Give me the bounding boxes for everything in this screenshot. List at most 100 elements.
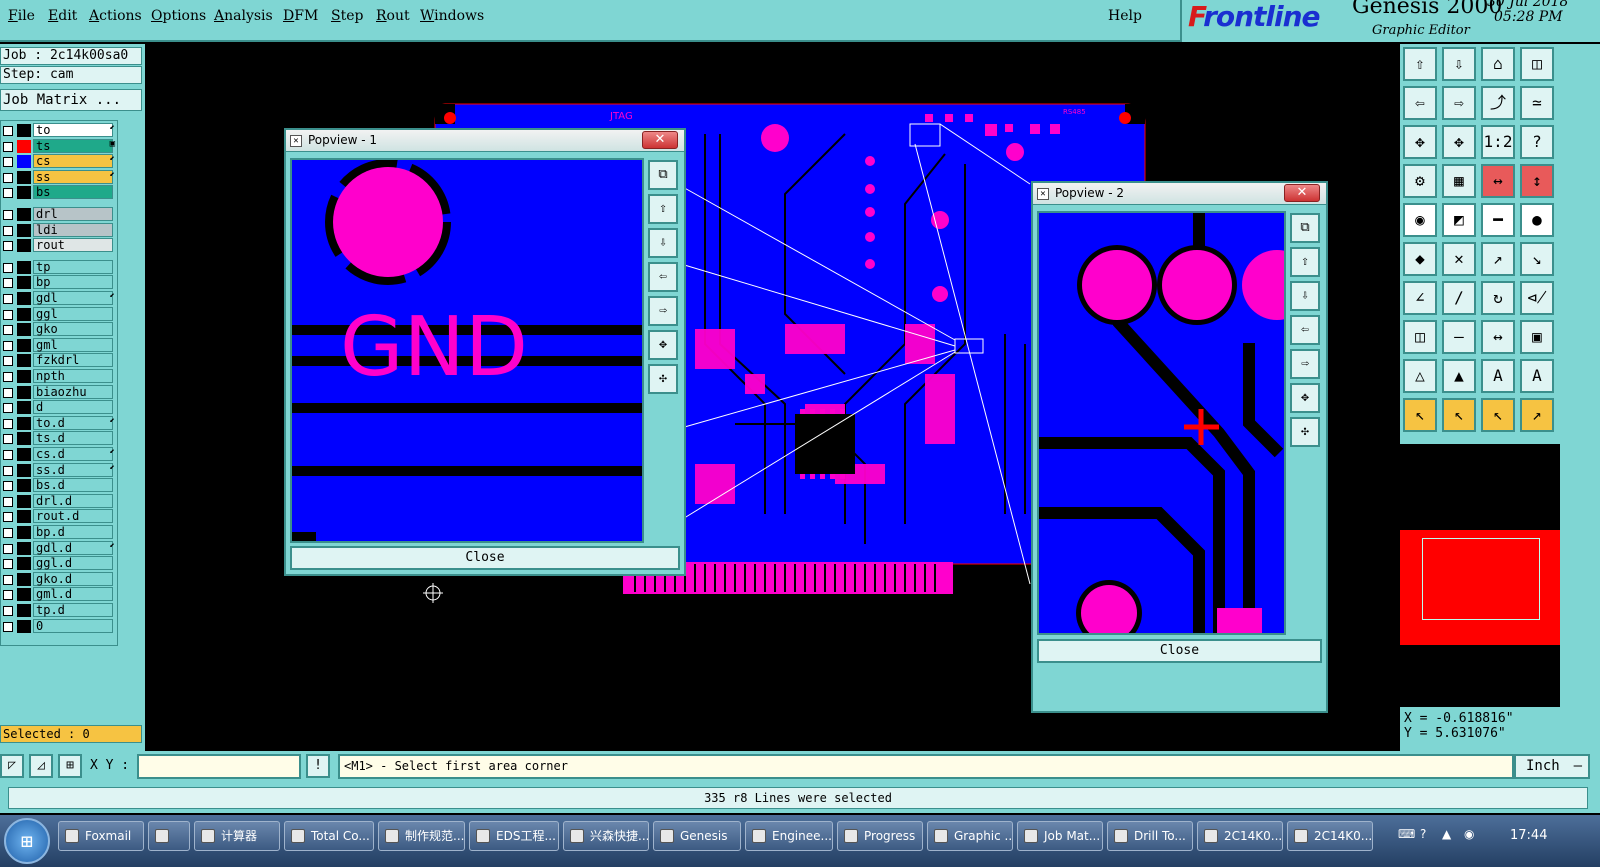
zoom-home-icon[interactable]: ⧉ <box>1290 213 1320 243</box>
layer-checkbox[interactable] <box>3 543 13 554</box>
spacing-icon[interactable]: ↔ <box>1481 320 1515 354</box>
tool-settings-icon[interactable]: ⚙ <box>1403 164 1437 198</box>
layer-checkbox[interactable] <box>3 157 13 168</box>
job-matrix-button[interactable]: Job Matrix ... <box>0 89 142 111</box>
snap-icon[interactable]: ◸ <box>0 754 24 778</box>
layer-row[interactable]: to.d ⬋ <box>1 415 119 431</box>
line-down-icon[interactable]: ↘ <box>1520 242 1554 276</box>
tray-arrow-icon[interactable]: ▲ <box>1442 827 1451 841</box>
taskbar-item[interactable]: Total Co... <box>284 821 374 851</box>
layer-name[interactable]: ts <box>33 138 113 153</box>
layer-checkbox[interactable] <box>3 418 13 429</box>
taskbar-item[interactable]: Graphic ... <box>927 821 1013 851</box>
layer-name[interactable]: gml.d <box>33 587 113 602</box>
popview-1-close-x-button[interactable]: ✕ <box>642 131 678 149</box>
move-left-icon[interactable]: ⇦ <box>1403 86 1437 120</box>
layer-name[interactable]: gko.d <box>33 571 113 586</box>
layer-checkbox[interactable] <box>3 325 13 336</box>
graphic-canvas[interactable]: JTAG RS485 ✕ Popview - 1 ✕ GND ⧉ ⇧ ⇩ ⇦ ⇨… <box>145 44 1400 751</box>
layer-checkbox[interactable] <box>3 621 13 632</box>
layer-row[interactable]: cs ⬋ <box>1 154 119 169</box>
layer-row[interactable]: rout.d <box>1 509 119 524</box>
pan-right-icon[interactable]: ⇨ <box>1290 349 1320 379</box>
pan-down-icon[interactable]: ⇩ <box>648 228 678 258</box>
grid-icon[interactable]: ⊞ <box>58 754 82 778</box>
layer-name[interactable]: ggl <box>33 306 113 321</box>
layer-checkbox[interactable] <box>3 403 13 414</box>
layer-name[interactable]: gml <box>33 337 113 352</box>
taskbar-item[interactable]: 兴森快捷... <box>563 821 649 851</box>
popview-1-view[interactable]: GND <box>290 158 644 543</box>
layer-checkbox[interactable] <box>3 481 13 492</box>
move-up-icon[interactable]: ⇧ <box>1403 47 1437 81</box>
question-icon[interactable]: ? <box>1520 125 1554 159</box>
menu-edit[interactable]: Edit <box>48 8 77 24</box>
layer-name[interactable]: ss <box>33 169 113 184</box>
zoom-out-icon[interactable]: ✣ <box>1290 417 1320 447</box>
layer-checkbox[interactable] <box>3 606 13 616</box>
menu-actions[interactable]: Actions <box>89 8 142 24</box>
layer-checkbox[interactable] <box>3 356 13 367</box>
layer-checkbox[interactable] <box>3 262 13 273</box>
popview-2-view[interactable] <box>1037 211 1286 635</box>
layer-checkbox[interactable] <box>3 496 13 507</box>
layer-checkbox[interactable] <box>3 172 13 183</box>
layer-row[interactable]: rout <box>1 238 119 253</box>
layer-compare-icon[interactable]: ◩ <box>1442 203 1476 237</box>
layer-row[interactable]: drl <box>1 207 119 222</box>
menu-analysis[interactable]: Analysis <box>214 8 273 24</box>
taskbar-item[interactable]: Progress <box>837 821 923 851</box>
layer-name[interactable]: ts.d <box>33 431 113 446</box>
layer-checkbox[interactable] <box>3 574 13 585</box>
mirror-icon[interactable]: ⋪ <box>1520 281 1554 315</box>
layer-name[interactable]: ggl.d <box>33 556 113 571</box>
layer-checkbox[interactable] <box>3 309 13 320</box>
layer-name[interactable]: to.d <box>33 415 113 430</box>
triangle-filled-icon[interactable]: ▲ <box>1442 359 1476 393</box>
pan-up-icon[interactable]: ⇧ <box>648 194 678 224</box>
text-a-alt-icon[interactable]: A <box>1520 359 1554 393</box>
layer-name[interactable]: rout.d <box>33 509 113 524</box>
layer-checkbox[interactable] <box>3 294 13 304</box>
layer-row[interactable]: gko <box>1 322 119 337</box>
taskbar-item[interactable] <box>148 821 190 851</box>
layer-checkbox[interactable] <box>3 512 13 523</box>
layer-row[interactable]: gml.d <box>1 587 119 602</box>
overview-map[interactable] <box>1400 455 1560 705</box>
pointer-path-icon[interactable]: ↗ <box>1520 398 1554 432</box>
angle-icon[interactable]: ∠ <box>1403 281 1437 315</box>
layer-row[interactable]: ggl <box>1 306 119 322</box>
taskbar-item[interactable]: 制作规范... <box>378 821 465 851</box>
layer-name[interactable]: bs.d <box>33 478 113 493</box>
network-icon[interactable]: ◉ <box>1464 827 1474 841</box>
pan-left-icon[interactable]: ⇦ <box>648 262 678 292</box>
layer-checkbox[interactable] <box>3 141 13 152</box>
layer-checkbox[interactable] <box>3 340 13 351</box>
layer-name[interactable]: drl.d <box>33 493 113 508</box>
layer-row[interactable]: tp.d <box>1 603 119 618</box>
layer-checkbox[interactable] <box>3 278 13 289</box>
grid-toggle-icon[interactable]: ▦ <box>1442 164 1476 198</box>
popview-2-close-x-button[interactable]: ✕ <box>1284 184 1320 202</box>
layer-row[interactable]: ggl.d <box>1 556 119 571</box>
zoom-out-icon[interactable]: ✣ <box>648 364 678 394</box>
layer-row[interactable]: bs <box>1 185 119 200</box>
pan-left-icon[interactable]: ⇦ <box>1290 315 1320 345</box>
layer-row[interactable]: 0 <box>1 618 119 634</box>
pointer-box-icon[interactable]: ↖ <box>1442 398 1476 432</box>
menu-dfm[interactable]: DFM <box>283 8 318 24</box>
layer-row[interactable]: ts.d <box>1 431 119 446</box>
layer-row[interactable]: bs.d <box>1 478 119 493</box>
zoom-home-icon[interactable]: ⧉ <box>648 160 678 190</box>
popview-1-close-button[interactable]: Close <box>290 546 680 570</box>
popview-2-titlebar[interactable]: ✕ Popview - 2 ✕ <box>1033 183 1326 205</box>
redo-icon[interactable]: ⤴ <box>1481 86 1515 120</box>
delete-icon[interactable]: ✕ <box>1442 242 1476 276</box>
start-button[interactable]: ⊞ <box>4 818 50 864</box>
home-icon[interactable]: ⌂ <box>1481 47 1515 81</box>
measure-icon[interactable]: ◿ <box>29 754 53 778</box>
layer-name[interactable]: bs <box>33 185 113 200</box>
layer-checkbox[interactable] <box>3 434 13 445</box>
layer-row[interactable]: tp <box>1 259 119 275</box>
pointer-circle-icon[interactable]: ↖ <box>1481 398 1515 432</box>
